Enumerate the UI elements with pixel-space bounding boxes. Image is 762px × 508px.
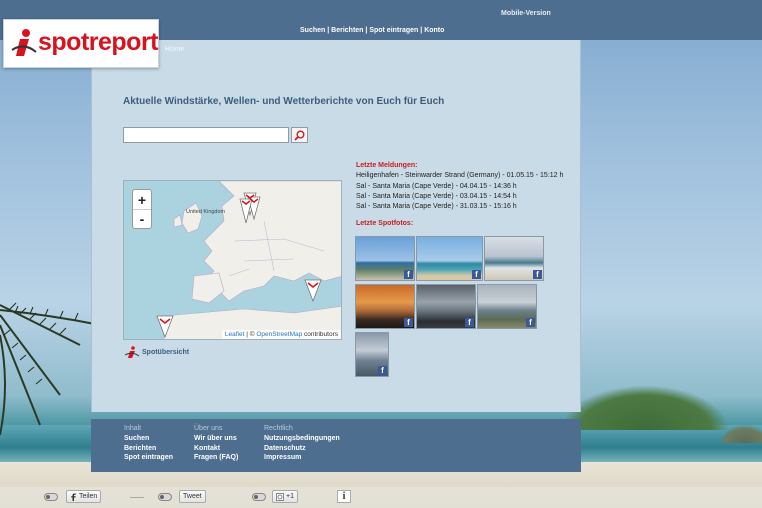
footer-link-nutzungsbedingungen[interactable]: Nutzungsbedingungen [264,434,340,444]
twitter-share-label: Tweet [183,493,202,500]
top-navigation: Suchen | Berichten | Spot eintragen | Ko… [300,27,444,34]
report-item[interactable]: Heiligenhafen - Steinwarder Strand (Germ… [356,172,563,179]
twitter-share-button[interactable]: Tweet [179,490,206,503]
background-rock [720,425,762,443]
spot-overview-link[interactable]: Spotübersicht [124,346,189,359]
social-share-bar [0,487,762,508]
footer-link-berichten[interactable]: Berichten [124,444,173,454]
spot-photo[interactable]: f [477,284,537,329]
footer-heading: Rechtlich [264,425,293,432]
spotreport-small-logo-icon [124,346,140,358]
page-headline: Aktuelle Windstärke, Wellen- und Wetterb… [123,96,445,107]
footer-link-suchen[interactable]: Suchen [124,434,173,444]
info-button[interactable]: i [337,490,351,503]
magnifier-icon [294,130,305,141]
footer-link-wir-ueber-uns[interactable]: Wir über uns [194,434,238,444]
nav-suchen[interactable]: Suchen [300,27,325,34]
background-island [560,385,730,430]
latest-reports-title: Letzte Meldungen: [356,162,418,169]
spot-photo[interactable]: f [484,236,544,281]
spot-overview-label: Spotübersicht [142,349,190,356]
nav-konto[interactable]: Konto [424,27,444,34]
footer-column-rechtlich: Rechtlich Nutzungsbedingungen Datenschut… [264,425,340,463]
google-plus-button[interactable]: +1 [272,490,298,503]
twitter-share-toggle[interactable] [158,493,172,501]
facebook-icon[interactable]: f [533,270,542,279]
report-item[interactable]: Sal - Santa Maria (Cape Verde) - 03.04.1… [356,193,517,200]
latest-photos-title: Letzte Spotfotos: [356,220,414,227]
footer-column-inhalt: Inhalt Suchen Berichten Spot eintragen [124,425,173,463]
map-marker-icon[interactable] [302,277,324,303]
footer-heading: Über uns [194,425,223,432]
nav-berichten[interactable]: Berichten [331,27,363,34]
tab-home[interactable]: Home [165,46,184,53]
footer-link-kontakt[interactable]: Kontakt [194,444,238,454]
spot-photo[interactable]: f [355,332,389,377]
logo-wordmark: spotreport [38,28,159,56]
footer-heading: Inhalt [124,425,142,432]
spot-map[interactable]: + - United Kingdom Leaflet | © OpenStree… [123,180,342,340]
google-share-toggle[interactable] [252,493,266,501]
footer-link-impressum[interactable]: Impressum [264,453,340,463]
map-attribution: Leaflet | © OpenStreetMap contributors [221,330,341,339]
facebook-share-label: Teilen [79,493,98,500]
facebook-icon[interactable]: f [465,318,474,327]
map-zoom-control: + - [132,189,152,229]
facebook-icon[interactable]: f [472,270,481,279]
map-marker-cluster-icon[interactable] [234,185,266,225]
footer-link-faq[interactable]: Fragen (FAQ) [194,453,238,463]
spotreport-logo[interactable]: spotreport [3,19,159,68]
facebook-icon[interactable]: f [404,318,413,327]
attribution-separator: | © [244,331,257,338]
footer-column-ueber-uns: Über uns Wir über uns Kontakt Fragen (FA… [194,425,238,463]
leaflet-link[interactable]: Leaflet [225,331,245,338]
report-item[interactable]: Sal - Santa Maria (Cape Verde) - 04.04.1… [356,183,517,190]
google-plus-icon [276,492,284,501]
nav-spot-eintragen[interactable]: Spot eintragen [369,27,418,34]
facebook-icon [71,493,76,501]
footer-link-datenschutz[interactable]: Datenschutz [264,444,340,454]
search-button[interactable] [291,127,308,143]
zoom-out-button[interactable]: - [133,209,151,228]
logo-i-mark-icon [11,29,37,56]
zoom-in-button[interactable]: + [133,190,151,209]
footer-link-spot-eintragen[interactable]: Spot eintragen [124,453,173,463]
facebook-icon[interactable]: f [378,366,387,375]
facebook-share-button[interactable]: Teilen [66,490,102,503]
google-plus-label: +1 [286,493,294,500]
search-input[interactable] [123,127,289,143]
facebook-icon[interactable]: f [404,270,413,279]
mobile-version-link[interactable]: Mobile-Version [501,10,551,17]
facebook-share-toggle[interactable] [44,493,58,501]
spot-photo[interactable]: f [355,236,415,281]
openstreetmap-link[interactable]: OpenStreetMap [256,331,302,338]
spot-photo[interactable]: f [355,284,415,329]
share-divider [130,497,144,498]
facebook-icon[interactable]: f [526,318,535,327]
spot-photo[interactable]: f [416,236,483,281]
map-marker-icon[interactable] [154,313,176,339]
map-country-label: United Kingdom [186,209,226,215]
attribution-contributors: contributors [302,331,338,338]
spot-photo[interactable]: f [416,284,476,329]
report-item[interactable]: Sal - Santa Maria (Cape Verde) - 31.03.1… [356,203,517,210]
